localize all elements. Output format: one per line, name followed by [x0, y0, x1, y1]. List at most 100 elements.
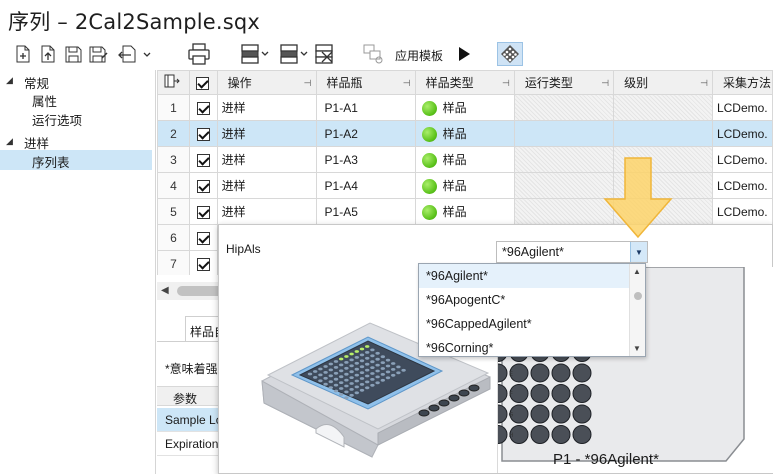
- layout-icon[interactable]: [237, 42, 273, 66]
- dropdown-arrow-icon[interactable]: ▼: [630, 242, 647, 262]
- pin-icon[interactable]: ⊣: [502, 78, 510, 89]
- vial-cell[interactable]: P1-A5: [315, 198, 416, 225]
- action-cell[interactable]: 进样: [216, 94, 317, 121]
- param-row[interactable]: Sample Lo: [157, 408, 223, 432]
- insert-row-icon[interactable]: [12, 42, 34, 66]
- sample-type-cell[interactable]: 样品: [414, 146, 515, 173]
- horizontal-scrollbar[interactable]: ◀: [157, 282, 223, 300]
- tree-group-general[interactable]: 常规: [24, 73, 49, 92]
- well: [323, 371, 328, 374]
- save-icon[interactable]: [62, 42, 84, 66]
- table-row[interactable]: 1 进样 P1-A1 样品 LCDemo.: [157, 94, 773, 121]
- dropdown-scrollbar[interactable]: ▲ ▼: [629, 264, 645, 356]
- run-icon[interactable]: [452, 42, 476, 66]
- save-as-icon[interactable]: [87, 42, 111, 66]
- scroll-down-icon[interactable]: ▼: [633, 344, 641, 353]
- action-cell[interactable]: 进样: [216, 172, 317, 199]
- add-column-icon[interactable]: [157, 70, 190, 95]
- pin-icon[interactable]: ⊣: [700, 78, 708, 89]
- well[interactable]: [530, 363, 550, 383]
- well[interactable]: [551, 404, 571, 424]
- column-header-level[interactable]: 级别 ⊣: [613, 70, 713, 95]
- scroll-left-icon[interactable]: ◀: [161, 285, 169, 296]
- column-header-acq-method[interactable]: 采集方法: [711, 70, 773, 95]
- action-cell[interactable]: 进样: [216, 198, 317, 225]
- column-header-run-type[interactable]: 运行类型 ⊣: [513, 70, 615, 95]
- param-row[interactable]: Expiration: [157, 432, 223, 456]
- well[interactable]: [572, 425, 592, 444]
- sample-type-cell[interactable]: 样品: [414, 198, 515, 225]
- well[interactable]: [551, 425, 571, 444]
- row-checkbox[interactable]: [196, 153, 210, 167]
- plate-type-select[interactable]: *96Agilent* ▼: [496, 241, 648, 263]
- pin-icon[interactable]: ⊣: [403, 78, 411, 89]
- tree-item-properties[interactable]: 属性: [32, 91, 57, 110]
- select-all-checkbox[interactable]: [195, 76, 209, 90]
- well[interactable]: [551, 363, 571, 383]
- action-cell[interactable]: 进样: [216, 146, 317, 173]
- table-row-selected[interactable]: 2 进样 P1-A2 样品 LCDemo.: [157, 120, 773, 147]
- vial-cell[interactable]: P1-A4: [315, 172, 416, 199]
- column-header-vial[interactable]: 样品瓶 ⊣: [315, 70, 416, 95]
- well: [349, 393, 354, 397]
- print-icon[interactable]: [185, 42, 213, 66]
- vial-cell[interactable]: P1-A1: [315, 94, 416, 121]
- well[interactable]: [530, 425, 550, 444]
- dropdown-option[interactable]: *96ApogentC*: [419, 288, 629, 312]
- navigation-tree: ◢ 常规 属性 运行选项 ◢ 进样 序列表: [0, 70, 155, 474]
- column-header-sample-type[interactable]: 样品类型 ⊣: [414, 70, 515, 95]
- plate-view-icon[interactable]: [497, 42, 523, 66]
- pin-icon[interactable]: ⊣: [304, 78, 312, 89]
- well: [396, 365, 401, 369]
- export-icon[interactable]: [37, 42, 59, 66]
- well[interactable]: [572, 384, 592, 403]
- method-cell[interactable]: LCDemo.: [711, 120, 773, 147]
- row-checkbox[interactable]: [196, 205, 210, 219]
- row-checkbox[interactable]: [196, 101, 210, 115]
- tree-group-injection[interactable]: 进样: [24, 133, 49, 152]
- well[interactable]: [572, 363, 592, 383]
- row-checkbox[interactable]: [196, 127, 210, 141]
- sample-type-cell[interactable]: 样品: [414, 172, 515, 199]
- action-cell[interactable]: 进样: [216, 120, 317, 147]
- plate-type-dropdown-list[interactable]: *96Agilent* *96ApogentC* *96CappedAgilen…: [418, 263, 646, 357]
- pin-icon[interactable]: ⊣: [601, 78, 609, 89]
- template-icon[interactable]: [360, 42, 388, 66]
- well[interactable]: [551, 384, 571, 403]
- tree-item-sequence-table[interactable]: 序列表: [32, 152, 70, 171]
- dropdown-option[interactable]: *96Corning*: [419, 336, 629, 356]
- sample-type-cell[interactable]: 样品: [414, 94, 515, 121]
- vial-cell[interactable]: P1-A3: [315, 146, 416, 173]
- well[interactable]: [530, 384, 550, 403]
- well[interactable]: [530, 404, 550, 424]
- pane-divider[interactable]: [155, 70, 156, 474]
- method-cell[interactable]: LCDemo.: [711, 146, 773, 173]
- well[interactable]: [572, 404, 592, 424]
- row-checkbox[interactable]: [196, 231, 210, 245]
- row-checkbox[interactable]: [196, 179, 210, 193]
- method-cell[interactable]: LCDemo.: [711, 198, 773, 225]
- dismiss-icon[interactable]: [312, 42, 338, 66]
- method-cell[interactable]: LCDemo.: [711, 172, 773, 199]
- vial-cell[interactable]: P1-A2: [315, 120, 416, 147]
- scroll-up-icon[interactable]: ▲: [633, 267, 641, 276]
- well: [365, 380, 370, 384]
- row-checkbox[interactable]: [196, 257, 210, 271]
- method-cell[interactable]: LCDemo.: [711, 94, 773, 121]
- apply-template-label[interactable]: 应用模板: [395, 47, 443, 64]
- column-header-action[interactable]: 操作 ⊣: [216, 70, 317, 95]
- dropdown-option[interactable]: *96Agilent*: [419, 264, 629, 288]
- table-row[interactable]: 3 进样 P1-A3 样品 LCDemo.: [157, 146, 773, 173]
- undo-icon[interactable]: [115, 42, 159, 66]
- scrollbar-thumb[interactable]: [634, 292, 642, 300]
- sample-type-cell[interactable]: 样品: [414, 120, 515, 147]
- tree-item-run-options[interactable]: 运行选项: [32, 110, 82, 129]
- collapse-icon[interactable]: ◢: [6, 75, 13, 86]
- well: [359, 347, 365, 351]
- table-row[interactable]: 4 进样 P1-A4 样品 LCDemo.: [157, 172, 773, 199]
- scrollbar-thumb[interactable]: [177, 286, 223, 296]
- collapse-icon[interactable]: ◢: [6, 136, 13, 147]
- dropdown-option[interactable]: *96CappedAgilent*: [419, 312, 629, 336]
- table-row[interactable]: 5 进样 P1-A5 样品 LCDemo.: [157, 198, 773, 225]
- split-icon[interactable]: [276, 42, 312, 66]
